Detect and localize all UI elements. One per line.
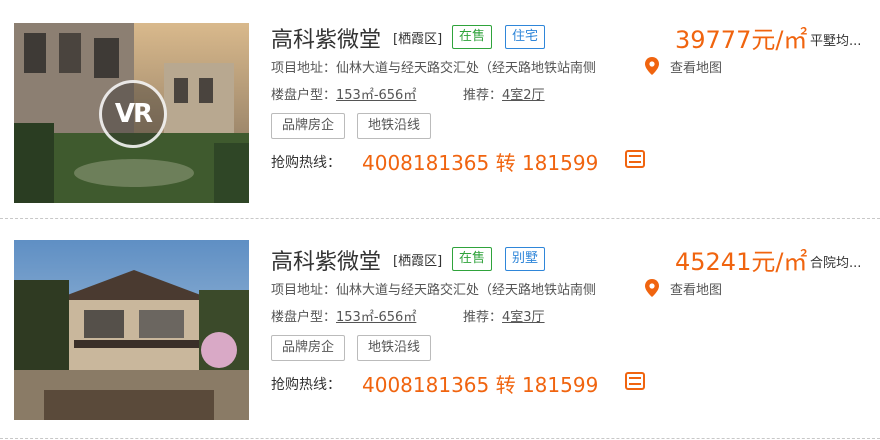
price: 45241元/㎡ xyxy=(675,248,808,276)
vr-badge[interactable]: VR xyxy=(99,80,167,148)
villa-exterior-image xyxy=(14,240,249,420)
price-note: 平墅均... xyxy=(810,34,862,49)
recommend-label: 推荐： xyxy=(463,88,503,103)
layout-link[interactable]: 153㎡-656㎡ xyxy=(336,88,416,103)
type-tag: 别墅 xyxy=(505,247,546,271)
feature-tag: 品牌房企 xyxy=(271,113,346,139)
type-tag: 住宅 xyxy=(505,25,546,49)
feature-tag: 地铁沿线 xyxy=(357,335,432,361)
layout-row: 楼盘户型：153㎡-656㎡ xyxy=(271,306,416,325)
district-label: [栖霞区] xyxy=(393,254,443,269)
phone-icon[interactable] xyxy=(625,150,645,168)
recommend-row: 推荐：4室3厅 xyxy=(463,306,545,325)
recommend-link[interactable]: 4室2厅 xyxy=(502,88,545,103)
divider xyxy=(0,218,880,219)
address-row: 项目地址：仙林大道与经天路交汇处（经天路地铁站南侧 xyxy=(271,279,641,298)
address-value: 仙林大道与经天路交汇处（经天路地铁站南侧 xyxy=(336,283,597,298)
layout-label: 楼盘户型： xyxy=(271,310,337,325)
hotline-label: 抢购热线： xyxy=(271,155,341,171)
phone-icon[interactable] xyxy=(625,372,645,390)
layout-link[interactable]: 153㎡-656㎡ xyxy=(336,310,416,325)
address-row: 项目地址：仙林大道与经天路交汇处（经天路地铁站南侧 xyxy=(271,57,641,76)
map-pin-icon xyxy=(645,279,659,297)
listing-thumbnail[interactable] xyxy=(14,240,249,420)
price-note: 合院均... xyxy=(810,256,862,271)
address-label: 项目地址： xyxy=(271,283,337,298)
recommend-link[interactable]: 4室3厅 xyxy=(502,310,545,325)
view-map-link[interactable]: 查看地图 xyxy=(670,279,722,298)
status-tag: 在售 xyxy=(452,247,493,271)
recommend-label: 推荐： xyxy=(463,310,503,325)
price: 39777元/㎡ xyxy=(675,26,808,54)
address-value: 仙林大道与经天路交汇处（经天路地铁站南侧 xyxy=(336,61,597,76)
hotline-number: 4008181365 转 181599 xyxy=(362,373,599,397)
listing-title[interactable]: 高科紫微堂 xyxy=(271,244,381,276)
hotline-number: 4008181365 转 181599 xyxy=(362,151,599,175)
divider xyxy=(0,438,880,439)
status-tag: 在售 xyxy=(452,25,493,49)
layout-row: 楼盘户型：153㎡-656㎡ xyxy=(271,84,416,103)
district-label: [栖霞区] xyxy=(393,32,443,47)
listing-card: 高科紫微堂 [栖霞区] 在售 别墅 45241元/㎡ 合院均... 项目地址：仙… xyxy=(0,222,880,432)
feature-tag: 地铁沿线 xyxy=(357,113,432,139)
hotline-label: 抢购热线： xyxy=(271,377,341,393)
address-label: 项目地址： xyxy=(271,61,337,76)
map-pin-icon xyxy=(645,57,659,75)
listing-card: VR 高科紫微堂 [栖霞区] 在售 住宅 39777元/㎡ 平墅均... 项目地… xyxy=(0,0,880,210)
feature-tag: 品牌房企 xyxy=(271,335,346,361)
layout-label: 楼盘户型： xyxy=(271,88,337,103)
listing-thumbnail[interactable]: VR xyxy=(14,23,249,203)
recommend-row: 推荐：4室2厅 xyxy=(463,84,545,103)
view-map-link[interactable]: 查看地图 xyxy=(670,57,722,76)
listing-title[interactable]: 高科紫微堂 xyxy=(271,22,381,54)
